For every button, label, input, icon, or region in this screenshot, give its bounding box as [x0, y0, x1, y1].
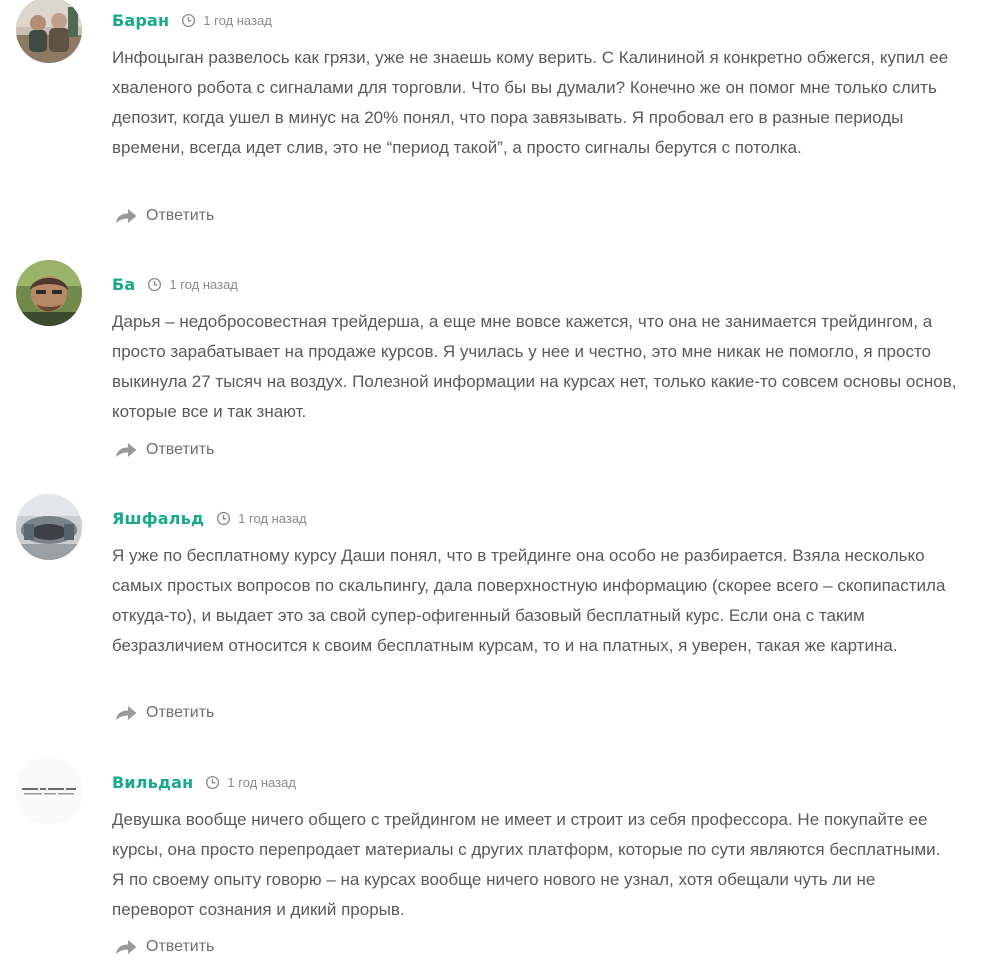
- avatar: [16, 260, 82, 326]
- comment-time[interactable]: 1 год назад: [216, 510, 307, 526]
- comment-header: Баран 1 год назад: [112, 6, 272, 34]
- comment-time-label: 1 год назад: [169, 276, 238, 292]
- comment-time[interactable]: 1 год назад: [181, 12, 272, 28]
- reply-arrow-icon: [114, 207, 138, 225]
- reply-arrow-icon: [114, 704, 138, 722]
- avatar-photo: [16, 758, 82, 824]
- reply-button[interactable]: Ответить: [114, 704, 214, 722]
- avatar-photo: [16, 0, 82, 63]
- reply-button[interactable]: Ответить: [114, 938, 214, 956]
- comment-text: Я уже по бесплатному курсу Даши понял, ч…: [112, 546, 946, 655]
- reply-button[interactable]: Ответить: [114, 441, 214, 459]
- clock-icon: [181, 13, 196, 28]
- reply-label: Ответить: [146, 441, 215, 458]
- avatar-photo: [16, 260, 82, 326]
- comment-time-label: 1 год назад: [238, 510, 307, 526]
- reply-arrow-icon: [114, 441, 138, 459]
- avatar: [16, 494, 82, 560]
- comment-text: Инфоцыган развелось как грязи, уже не зн…: [112, 48, 949, 157]
- reply-button[interactable]: Ответить: [114, 207, 214, 225]
- clock-icon: [147, 277, 162, 292]
- comment-text: Девушка вообще ничего общего с трейдинго…: [112, 810, 941, 919]
- comment-list: Баран 1 год назад Инфоцыган развелось ка…: [0, 0, 989, 968]
- comment-header: Яшфальд 1 год назад: [112, 504, 307, 532]
- clock-icon: [216, 511, 231, 526]
- avatar: [16, 0, 82, 63]
- reply-label: Ответить: [146, 704, 215, 721]
- comment-author[interactable]: Яшфальд: [112, 509, 204, 528]
- clock-icon: [205, 775, 220, 790]
- comment-time[interactable]: 1 год назад: [205, 774, 296, 790]
- reply-arrow-icon: [114, 938, 138, 956]
- comment-time-label: 1 год назад: [227, 774, 296, 790]
- reply-label: Ответить: [146, 207, 215, 224]
- avatar-photo: [16, 494, 82, 560]
- comment-time-label: 1 год назад: [203, 12, 272, 28]
- comment-text: Дарья – недобросовестная трейдерша, а ещ…: [112, 312, 957, 421]
- comment-time[interactable]: 1 год назад: [147, 276, 238, 292]
- avatar: [16, 758, 82, 824]
- comment-author[interactable]: Баран: [112, 11, 169, 30]
- reply-label: Ответить: [146, 938, 215, 955]
- comment-header: Вильдан 1 год назад: [112, 768, 296, 796]
- comment-header: Ба 1 год назад: [112, 270, 238, 298]
- comment-author[interactable]: Вильдан: [112, 773, 193, 792]
- comment-author[interactable]: Ба: [112, 275, 135, 294]
